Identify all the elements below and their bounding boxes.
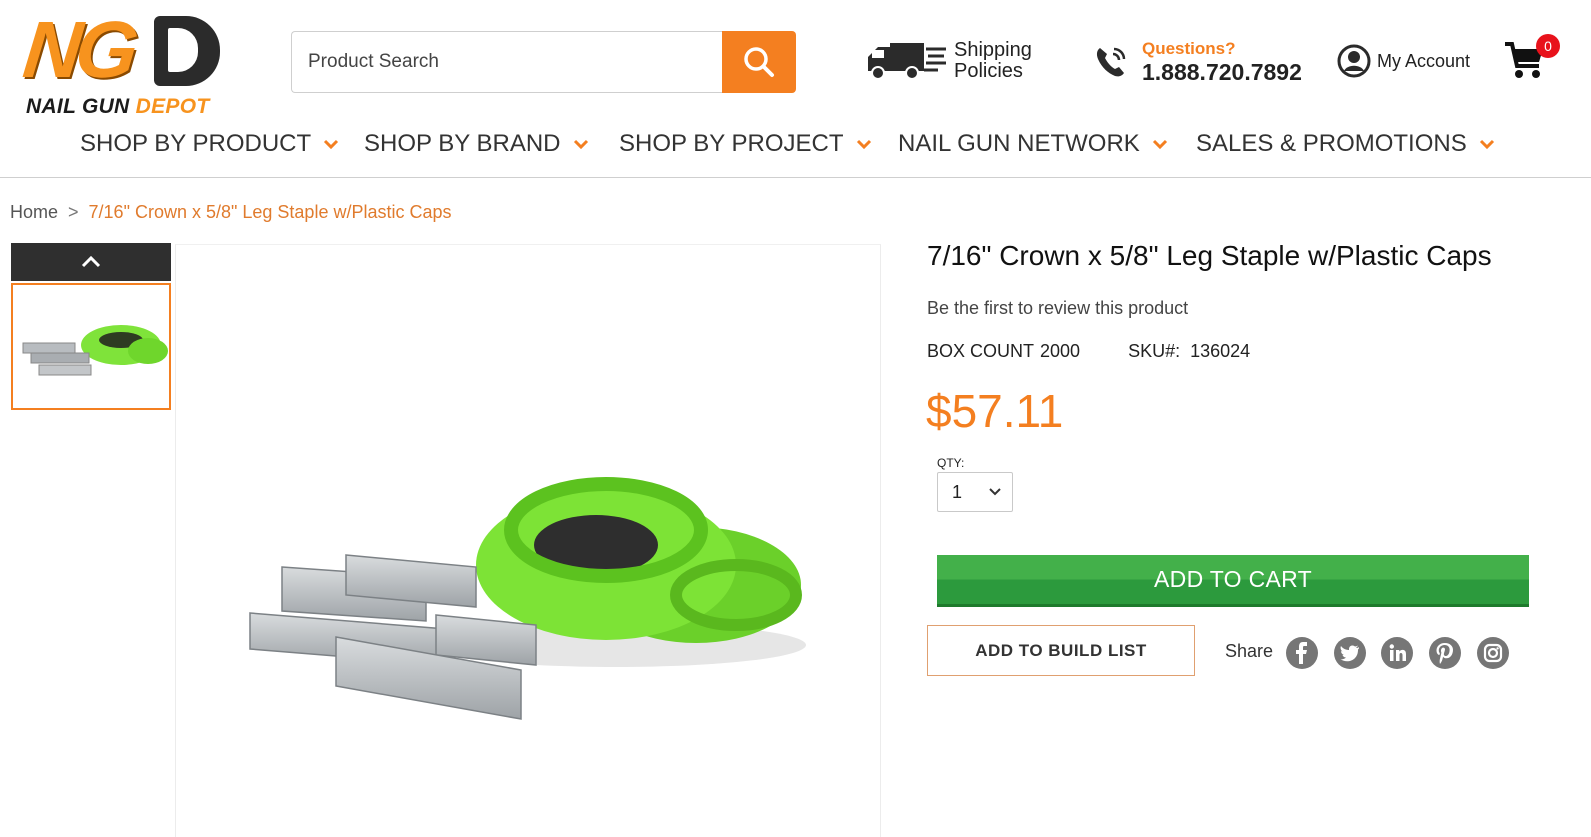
logo-text-nail: NAIL GUN bbox=[26, 95, 130, 118]
quantity-value: 1 bbox=[952, 481, 963, 502]
review-link[interactable]: Be the first to review this product bbox=[927, 298, 1188, 319]
quantity-select[interactable]: 1 bbox=[937, 472, 1013, 512]
logo-wordmark: NAIL GUN DEPOT bbox=[26, 96, 210, 117]
nav-nail-gun-network[interactable]: NAIL GUN NETWORK bbox=[898, 130, 1168, 158]
linkedin-icon[interactable] bbox=[1381, 637, 1413, 669]
share-label: Share bbox=[1225, 641, 1274, 661]
twitter-icon[interactable] bbox=[1334, 637, 1366, 669]
box-count-value: 2000 bbox=[1040, 341, 1081, 361]
chevron-up-icon bbox=[81, 255, 101, 268]
sku-label: SKU#: bbox=[1128, 341, 1181, 361]
breadcrumb-current: 7/16" Crown x 5/8" Leg Staple w/Plastic … bbox=[88, 202, 452, 222]
logo-nail-gun-mark bbox=[154, 16, 220, 86]
cart-button[interactable]: 0 bbox=[1503, 34, 1561, 86]
nav-shop-by-product[interactable]: SHOP BY PRODUCT bbox=[80, 130, 339, 158]
shipping-policies-label: Shipping Policies bbox=[954, 39, 1032, 82]
product-price: $57.11 bbox=[926, 385, 1064, 437]
search-bar bbox=[291, 31, 796, 93]
nav-label: SHOP BY PRODUCT bbox=[80, 130, 312, 157]
contact-phone[interactable]: Questions? 1.888.720.7892 bbox=[1094, 40, 1302, 84]
box-count-label: BOX COUNT bbox=[927, 341, 1035, 361]
product-main-image[interactable] bbox=[175, 244, 881, 837]
nav-label: SALES & PROMOTIONS bbox=[1196, 130, 1467, 157]
chevron-down-icon bbox=[1152, 139, 1167, 150]
phone-number: 1.888.720.7892 bbox=[1142, 59, 1302, 85]
staples-with-plastic-caps-image bbox=[249, 477, 806, 720]
chevron-down-icon bbox=[1479, 139, 1494, 150]
search-button[interactable] bbox=[722, 31, 796, 93]
facebook-icon[interactable] bbox=[1286, 637, 1318, 669]
pinterest-icon[interactable] bbox=[1429, 637, 1461, 669]
add-to-cart-button[interactable]: ADD TO CART bbox=[937, 555, 1529, 607]
phone-icon bbox=[1096, 47, 1126, 77]
instagram-icon[interactable] bbox=[1477, 637, 1509, 669]
questions-label: Questions? bbox=[1142, 39, 1236, 58]
search-icon bbox=[744, 47, 774, 77]
breadcrumb: Home > 7/16" Crown x 5/8" Leg Staple w/P… bbox=[10, 202, 452, 223]
chevron-down-icon bbox=[324, 139, 339, 150]
nav-label: SHOP BY BRAND bbox=[364, 130, 561, 157]
user-account-icon bbox=[1337, 44, 1371, 78]
main-navigation: SHOP BY PRODUCT SHOP BY BRAND SHOP BY PR… bbox=[0, 120, 1591, 178]
chevron-down-icon bbox=[573, 139, 588, 150]
logo-text-depot: DEPOT bbox=[135, 95, 210, 118]
nav-label: NAIL GUN NETWORK bbox=[898, 130, 1140, 157]
nav-shop-by-project[interactable]: SHOP BY PROJECT bbox=[619, 130, 872, 158]
qty-label: QTY: bbox=[937, 456, 965, 470]
thumbnail-scroll-up-button[interactable] bbox=[11, 243, 171, 281]
product-title: 7/16" Crown x 5/8" Leg Staple w/Plastic … bbox=[927, 240, 1492, 271]
delivery-truck-icon bbox=[868, 43, 946, 80]
thumbnail-gallery bbox=[11, 243, 171, 410]
nav-label: SHOP BY PROJECT bbox=[619, 130, 844, 157]
my-account-link[interactable]: My Account bbox=[1337, 44, 1470, 78]
chevron-down-icon bbox=[989, 488, 1001, 496]
add-to-build-list-button[interactable]: ADD TO BUILD LIST bbox=[927, 625, 1195, 676]
logo-mark: NG bbox=[19, 5, 137, 94]
product-thumbnail[interactable] bbox=[11, 283, 171, 410]
staples-thumbnail-image bbox=[22, 325, 168, 376]
search-input[interactable] bbox=[291, 31, 722, 93]
shipping-policies-link[interactable]: Shipping Policies bbox=[866, 40, 1044, 82]
cart-count-badge: 0 bbox=[1536, 34, 1560, 58]
breadcrumb-separator: > bbox=[68, 202, 79, 222]
site-logo[interactable]: NG NAIL GUN DEPOT bbox=[19, 5, 224, 120]
product-specs: BOX COUNT 2000 SKU#: 136024 bbox=[927, 341, 1250, 362]
sku-value: 136024 bbox=[1190, 341, 1251, 361]
nav-shop-by-brand[interactable]: SHOP BY BRAND bbox=[364, 130, 589, 158]
my-account-label: My Account bbox=[1377, 50, 1471, 71]
breadcrumb-home[interactable]: Home bbox=[10, 202, 58, 223]
chevron-down-icon bbox=[856, 139, 871, 150]
nav-sales-promotions[interactable]: SALES & PROMOTIONS bbox=[1196, 130, 1495, 158]
